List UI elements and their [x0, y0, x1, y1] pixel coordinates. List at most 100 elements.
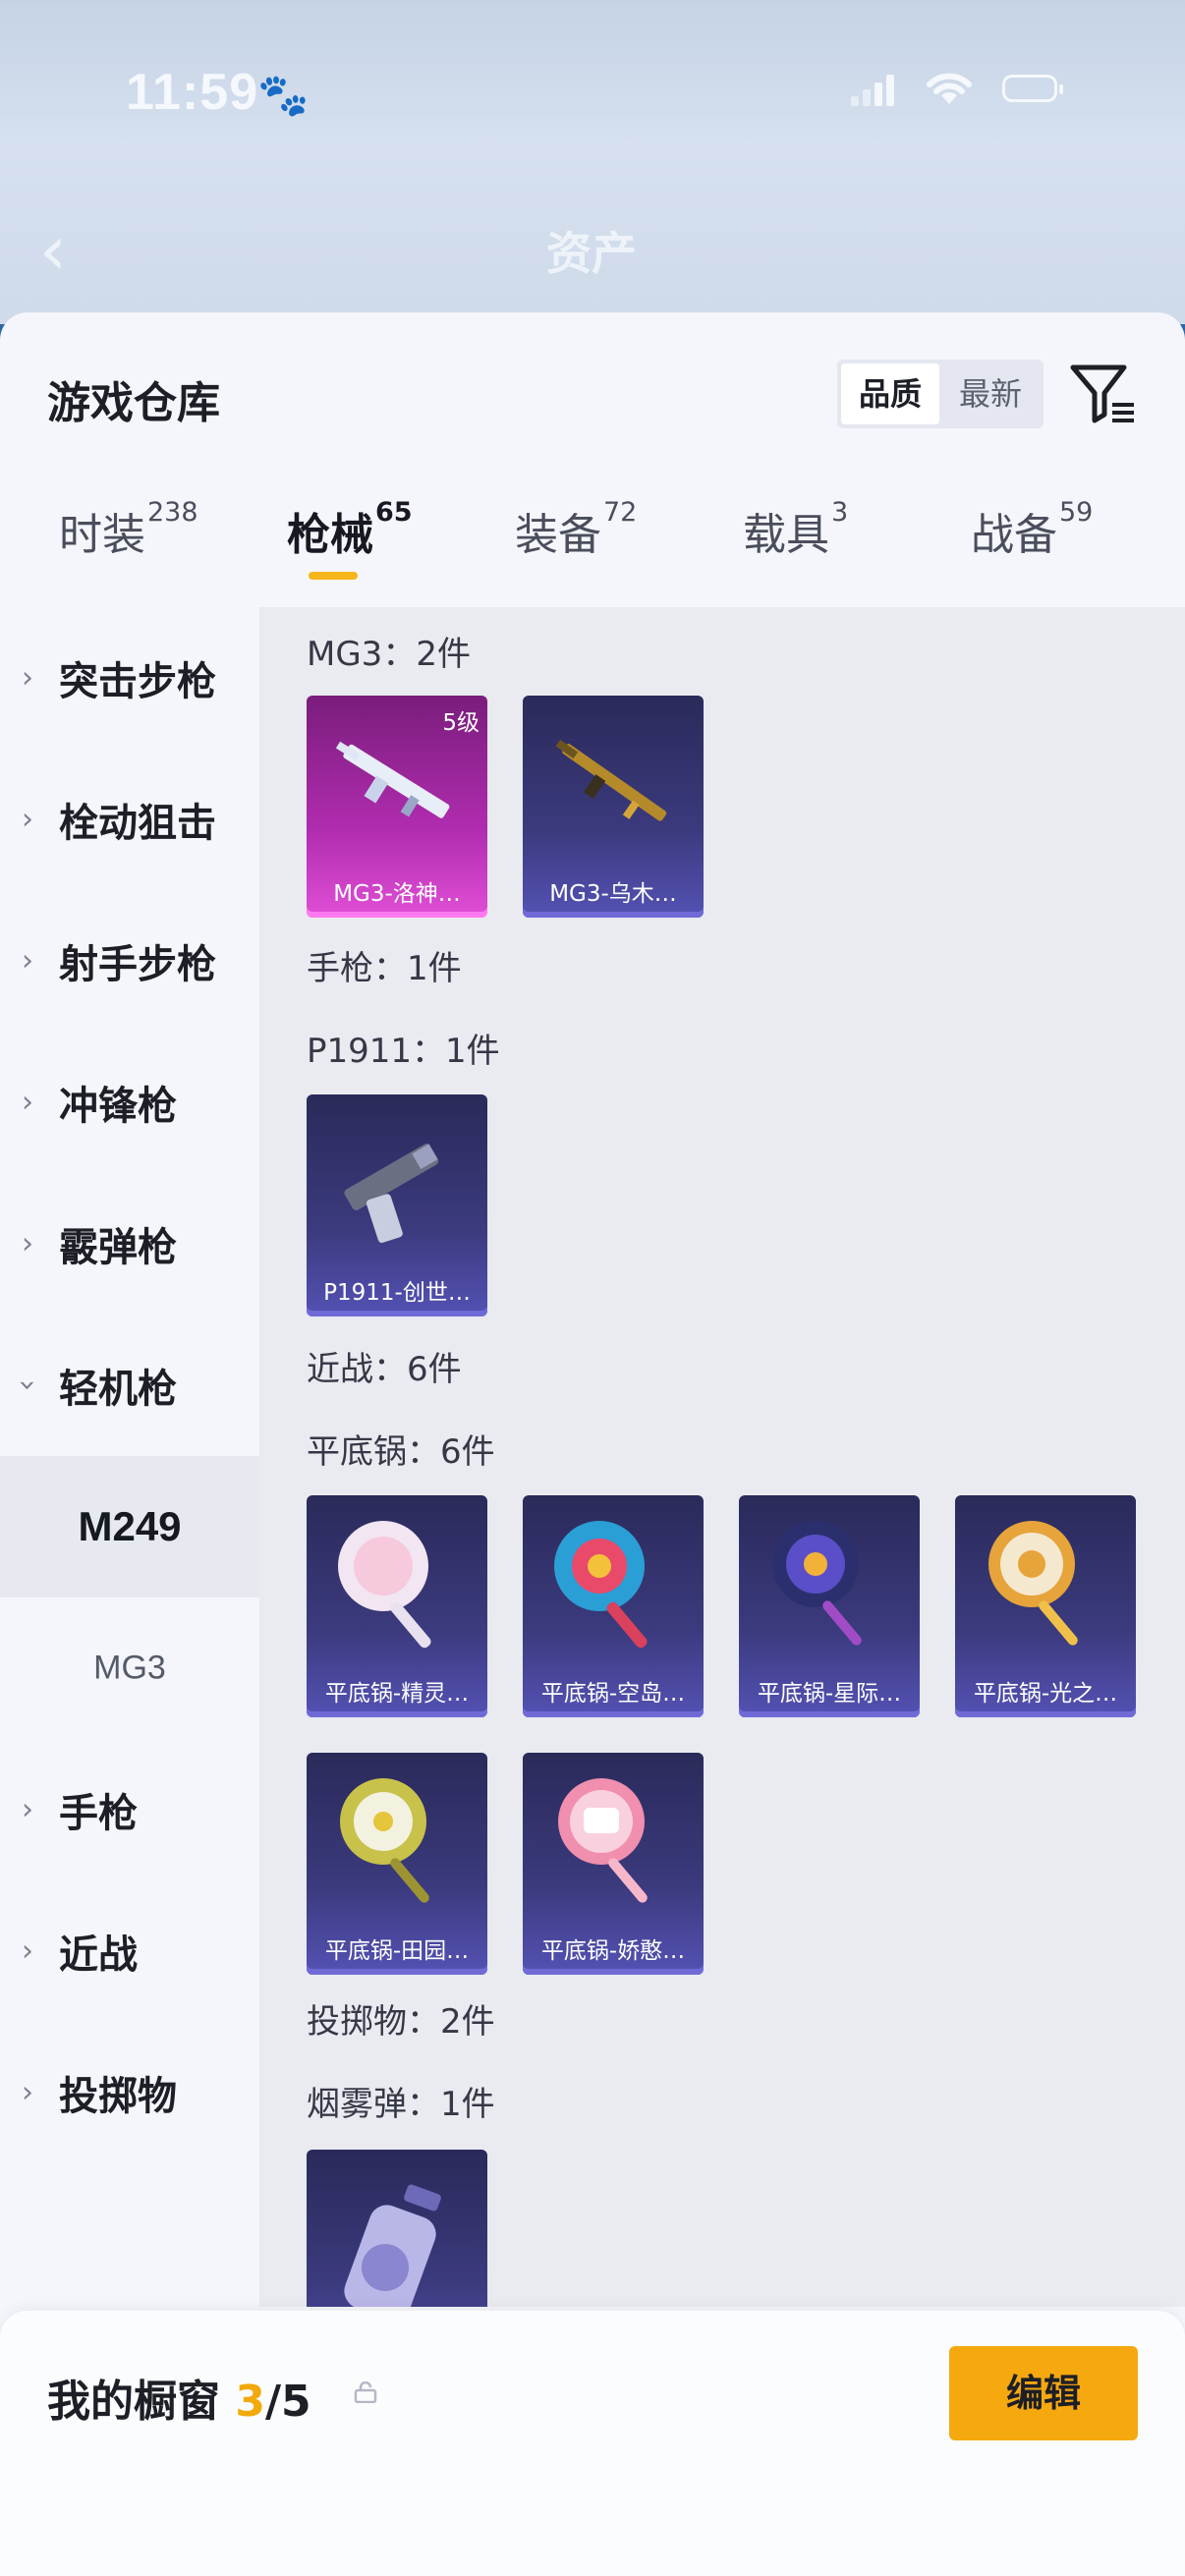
signal-icon [851, 73, 894, 106]
tab-count: 72 [603, 497, 638, 528]
lock-icon [354, 2381, 377, 2403]
sidebar-item-pistol[interactable]: › 手枪 [0, 1739, 259, 1880]
sidebar-item-throwable[interactable]: › 投掷物 [0, 2022, 259, 2163]
pan-image [772, 1521, 862, 1646]
status-time: 11:59 [126, 64, 259, 121]
edit-button[interactable]: 编辑 [949, 2346, 1138, 2440]
page-title: 资产 [546, 227, 637, 280]
item-card[interactable]: P1911-创世… [307, 1094, 487, 1316]
warehouse-sheet: 游戏仓库 品质 最新 时装238 枪械65 装备72 载具3 战备59 › 突击… [0, 312, 1185, 2576]
item-card[interactable] [307, 2150, 487, 2307]
tab-active-indicator [309, 572, 358, 580]
smoke-grenade-image [344, 2184, 441, 2307]
pan-image [338, 1521, 431, 1649]
pan-image [340, 1778, 429, 1903]
pistol-p1911-image [344, 1144, 439, 1244]
item-name: 平底锅-光之… [973, 1681, 1118, 1707]
showcase-total: /5 [264, 2377, 311, 2427]
back-icon[interactable]: ‹ [39, 216, 67, 285]
chevron-right-icon: › [22, 1933, 33, 1969]
weapon-mg3-image [555, 739, 667, 821]
item-card[interactable]: 平底锅-光之… [955, 1495, 1136, 1717]
sidebar-item-melee[interactable]: › 近战 [0, 1880, 259, 2022]
item-name: 平底锅-娇憨… [540, 1938, 686, 1964]
showcase-current-count: 3 [235, 2377, 265, 2427]
item-name: MG3-乌木… [549, 881, 677, 907]
pan-image [554, 1521, 648, 1649]
showcase-label: 我的橱窗 3/5 [47, 2366, 311, 2429]
tab-fashion[interactable]: 时装238 [59, 497, 198, 607]
item-card[interactable]: 平底锅-娇憨… [523, 1753, 704, 1975]
item-name: 平底锅-精灵… [324, 1681, 470, 1707]
item-name: P1911-创世… [323, 1280, 471, 1306]
sidebar-item-label: 冲锋枪 [59, 1084, 177, 1129]
section-header: MG3：2件 [307, 635, 471, 674]
tab-combat-gear[interactable]: 战备59 [971, 497, 1094, 607]
sidebar-item-assault-rifle[interactable]: › 突击步枪 [0, 607, 259, 749]
section-header: 近战：6件 [307, 1350, 462, 1389]
tab-label: 载具 [743, 510, 829, 560]
chevron-right-icon: › [22, 1085, 33, 1120]
sidebar-subitem-label: M249 [78, 1503, 182, 1549]
tab-vehicles[interactable]: 载具3 [743, 497, 849, 607]
item-card[interactable]: 平底锅-空岛… [523, 1495, 704, 1717]
item-name: MG3-洛神… [333, 881, 461, 907]
wifi-icon [922, 65, 977, 119]
chevron-right-icon: › [22, 1226, 33, 1261]
pan-image [558, 1778, 648, 1903]
sidebar-item-bolt-sniper[interactable]: › 栓动狙击 [0, 749, 259, 890]
header-nav: ‹ 资产 [39, 206, 1140, 297]
sidebar-item-shotgun[interactable]: › 霰弹枪 [0, 1173, 259, 1315]
pan-image [988, 1521, 1078, 1646]
sidebar-item-label: 霰弹枪 [59, 1225, 177, 1270]
item-name: 平底锅-星际… [757, 1681, 902, 1707]
chevron-right-icon: › [22, 2075, 33, 2110]
sort-quality-button[interactable]: 品质 [841, 364, 939, 424]
sidebar-item-label: 手枪 [59, 1791, 138, 1836]
section-header: 手枪：1件 [307, 949, 462, 988]
sidebar-item-label: 突击步枪 [59, 659, 216, 704]
section-header: P1911：1件 [307, 1032, 500, 1071]
sidebar-item-label: 射手步枪 [59, 942, 216, 987]
status-bar: 11:59 🐾 [0, 59, 1185, 128]
section-header: 投掷物：2件 [307, 2002, 495, 2042]
filter-icon[interactable] [1069, 362, 1138, 426]
tab-count: 3 [831, 497, 849, 528]
sidebar-item-lmg[interactable]: › 轻机枪 [0, 1315, 259, 1456]
blurred-header-background: 11:59 🐾 ‹ 资产 [0, 0, 1185, 324]
section-header: 平底锅：6件 [307, 1432, 495, 1472]
sidebar-item-marksman-rifle[interactable]: › 射手步枪 [0, 890, 259, 1032]
chevron-down-icon: › [10, 1379, 45, 1391]
tab-label: 枪械 [287, 510, 373, 560]
chevron-right-icon: › [22, 660, 33, 696]
paw-icon: 🐾 [257, 71, 310, 119]
showcase-bar: 我的橱窗 3/5 编辑 [0, 2311, 1185, 2576]
tab-equipment[interactable]: 装备72 [515, 497, 638, 607]
item-card[interactable]: MG3-乌木… [523, 696, 704, 918]
sidebar-item-label: 轻机枪 [59, 1367, 177, 1412]
section-header: 烟雾弹：1件 [307, 2085, 495, 2124]
sidebar-subitem-label: MG3 [93, 1649, 166, 1687]
warehouse-title: 游戏仓库 [47, 378, 220, 428]
sidebar-subitem-m249[interactable]: M249 [0, 1456, 259, 1597]
item-grid: MG3：2件 5级 MG3-洛神… MG3-乌木… 手枪：1件 P1911：1件… [259, 607, 1185, 2307]
tab-firearms[interactable]: 枪械65 [287, 497, 413, 607]
tab-count: 65 [375, 497, 413, 528]
tab-label: 战备 [971, 510, 1057, 560]
sidebar-item-label: 投掷物 [59, 2074, 177, 2119]
sidebar-item-label: 栓动狙击 [59, 801, 216, 846]
showcase-title: 我的橱窗 [47, 2377, 220, 2427]
weapon-category-sidebar: › 突击步枪 › 栓动狙击 › 射手步枪 › 冲锋枪 › 霰弹枪 › 轻机枪 M… [0, 607, 259, 2454]
tab-count: 59 [1059, 497, 1094, 528]
sidebar-item-smg[interactable]: › 冲锋枪 [0, 1032, 259, 1173]
sort-toggle: 品质 最新 [837, 360, 1044, 428]
sidebar-subitem-mg3[interactable]: MG3 [0, 1597, 259, 1739]
item-card[interactable]: 平底锅-田园… [307, 1753, 487, 1975]
item-card[interactable]: 平底锅-精灵… [307, 1495, 487, 1717]
chevron-right-icon: › [22, 1792, 33, 1827]
chevron-right-icon: › [22, 802, 33, 837]
item-name: 平底锅-空岛… [540, 1681, 686, 1707]
item-card[interactable]: 5级 MG3-洛神… [307, 696, 487, 918]
item-card[interactable]: 平底锅-星际… [739, 1495, 920, 1717]
sort-newest-button[interactable]: 最新 [941, 364, 1040, 424]
